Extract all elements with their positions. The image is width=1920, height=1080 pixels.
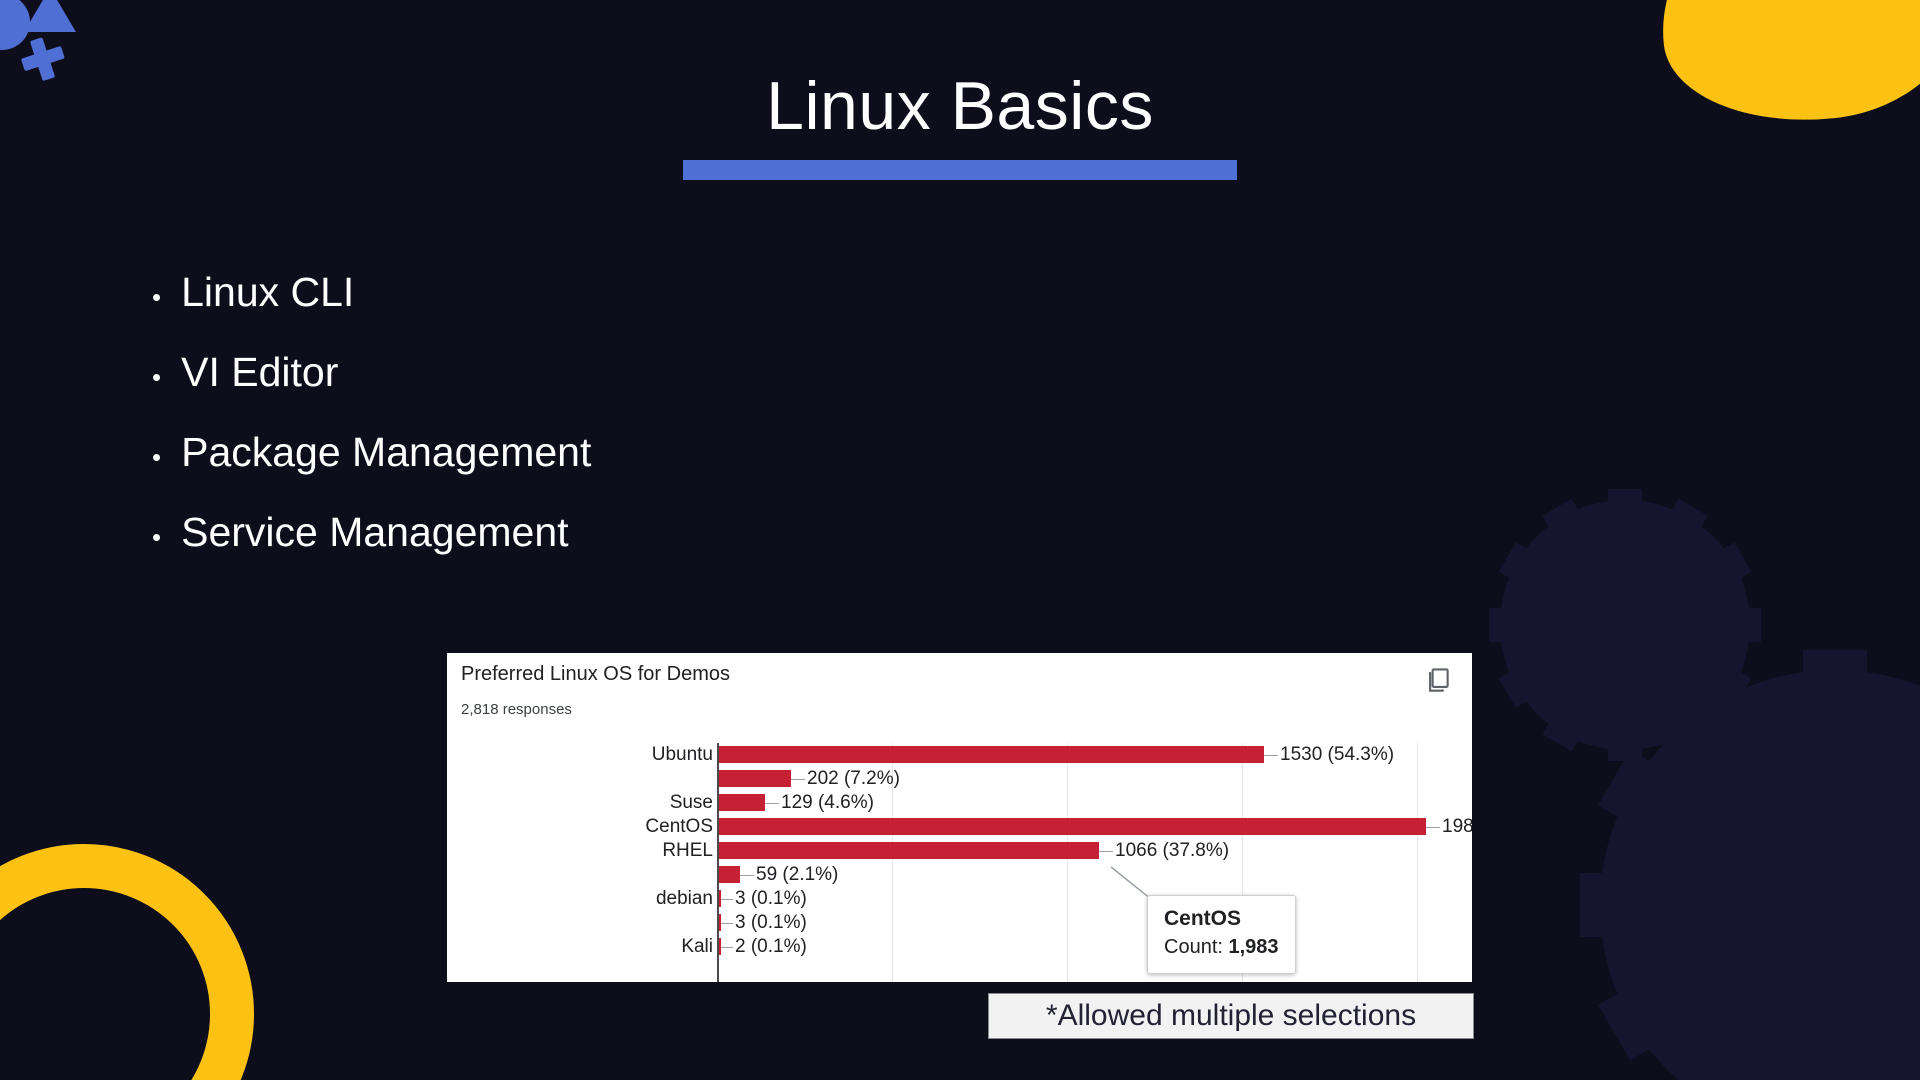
chart-bar-category: Kali bbox=[681, 935, 713, 957]
list-item: • Linux CLI bbox=[152, 272, 591, 313]
bullet-marker-icon: • bbox=[152, 442, 162, 472]
chart-bar-leader bbox=[1426, 826, 1440, 828]
list-item: • Service Management bbox=[152, 512, 591, 553]
footnote-text: *Allowed multiple selections bbox=[1045, 999, 1417, 1032]
decor-gear-tooth bbox=[1715, 542, 1752, 583]
chart-bar-leader bbox=[740, 874, 754, 876]
chart-bar bbox=[719, 842, 1099, 859]
chart-bar-row: Kali 2 (0.1%) bbox=[447, 935, 1472, 958]
tooltip-count: Count: 1,983 bbox=[1164, 934, 1279, 961]
chart-response-count: 2,818 responses bbox=[461, 701, 572, 718]
bullet-label: VI Editor bbox=[181, 349, 339, 395]
chart-bar-leader bbox=[765, 802, 779, 804]
decor-gear-small-icon bbox=[1489, 489, 1761, 761]
bullet-label: Linux CLI bbox=[181, 269, 355, 315]
decor-gear-tooth bbox=[1542, 498, 1583, 535]
chart-bar-value: 202 (7.2%) bbox=[807, 767, 900, 789]
chart-bar-row: CentOS 1983 (70. bbox=[447, 815, 1472, 838]
chart-bar-leader bbox=[721, 946, 733, 948]
decor-gear-tooth bbox=[1542, 715, 1583, 752]
chart-bar-value: 3 (0.1%) bbox=[735, 911, 807, 933]
chart-bar-category: Ubuntu bbox=[651, 743, 713, 765]
chart-bar bbox=[719, 866, 740, 883]
chart-bar-category: CentOS bbox=[645, 815, 713, 837]
chart-bar-category: debian bbox=[655, 887, 713, 909]
chart-bar-value: 59 (2.1%) bbox=[756, 863, 839, 885]
chart-bar-leader bbox=[1099, 850, 1113, 852]
chart-bar-category: Suse bbox=[669, 791, 713, 813]
decor-triangle-icon bbox=[24, 0, 76, 32]
decor-gear-tooth bbox=[1608, 489, 1642, 511]
tooltip-count-value: 1,983 bbox=[1228, 936, 1279, 959]
decor-gear-tooth bbox=[1914, 668, 1920, 735]
page-title: Linux Basics bbox=[766, 68, 1154, 144]
decor-gear-tooth bbox=[1667, 498, 1708, 535]
bullet-marker-icon: • bbox=[152, 522, 162, 552]
decor-gear-tooth bbox=[1498, 667, 1535, 708]
chart-bar-row: 59 (2.1%) bbox=[447, 863, 1472, 886]
decor-gear-tooth bbox=[1715, 667, 1752, 708]
footnote-box: *Allowed multiple selections bbox=[988, 993, 1474, 1039]
chart-bar bbox=[719, 770, 791, 787]
decor-gear-tooth bbox=[1803, 650, 1867, 690]
tooltip-count-label: Count: bbox=[1164, 936, 1229, 959]
chart-bar-row: 202 (7.2%) bbox=[447, 767, 1472, 790]
decor-gear-tooth bbox=[1580, 873, 1620, 937]
decor-gear-tooth bbox=[1679, 1075, 1756, 1080]
list-item: • Package Management bbox=[152, 432, 591, 473]
decor-gear-tooth bbox=[1498, 542, 1535, 583]
chart-bar-value: 2 (0.1%) bbox=[735, 935, 807, 957]
decor-gear-tooth bbox=[1598, 984, 1665, 1061]
chart-bar-row: 3 (0.1%) bbox=[447, 911, 1472, 934]
decor-gear-tooth bbox=[1914, 1075, 1920, 1080]
decor-gear-large-icon bbox=[1580, 650, 1920, 1080]
slide-canvas: Linux Basics • Linux CLI • VI Editor • P… bbox=[0, 0, 1920, 1080]
list-item: • VI Editor bbox=[152, 352, 591, 393]
chart-title: Preferred Linux OS for Demos bbox=[461, 663, 730, 685]
bullet-list: • Linux CLI • VI Editor • Package Manage… bbox=[152, 272, 591, 592]
decor-gear-tooth bbox=[1489, 608, 1511, 642]
chart-bar-leader bbox=[1264, 754, 1278, 756]
decor-circle-icon bbox=[0, 0, 30, 50]
decor-gear-tooth bbox=[1739, 608, 1761, 642]
chart-bar-row: debian 3 (0.1%) bbox=[447, 887, 1472, 910]
chart-bar-category: RHEL bbox=[662, 839, 713, 861]
chart-card: Preferred Linux OS for Demos 2,818 respo… bbox=[447, 653, 1472, 982]
title-block: Linux Basics bbox=[0, 72, 1920, 180]
decor-gear-tooth bbox=[1598, 749, 1665, 826]
chart-bar-row: RHEL 1066 (37.8%) bbox=[447, 839, 1472, 862]
chart-bar-value: 1983 (70. bbox=[1442, 815, 1472, 837]
decor-gear-tooth bbox=[1667, 715, 1708, 752]
decor-gear-tooth bbox=[1608, 739, 1642, 761]
bullet-label: Service Management bbox=[181, 509, 569, 555]
chart-bar-value: 1066 (37.8%) bbox=[1115, 839, 1230, 861]
chart-bar bbox=[719, 818, 1426, 835]
bullet-marker-icon: • bbox=[152, 362, 162, 392]
chart-bar-value: 1530 (54.3%) bbox=[1280, 743, 1395, 765]
chart-bar bbox=[719, 794, 765, 811]
chart-bar-value: 129 (4.6%) bbox=[781, 791, 874, 813]
tooltip-title: CentOS bbox=[1164, 907, 1242, 930]
chart-tooltip: CentOS Count: 1,983 bbox=[1147, 895, 1296, 975]
copy-icon[interactable] bbox=[1422, 665, 1452, 695]
chart-bar-leader bbox=[721, 898, 733, 900]
chart-bar bbox=[719, 746, 1264, 763]
title-underline bbox=[683, 160, 1237, 180]
chart-bar-value: 3 (0.1%) bbox=[735, 887, 807, 909]
chart-plot-area: Ubuntu 1530 (54.3%) 202 (7.2%) Suse 129 … bbox=[447, 743, 1472, 982]
chart-bar-row: Ubuntu 1530 (54.3%) bbox=[447, 743, 1472, 766]
decor-yellow-ring bbox=[0, 844, 254, 1080]
bullet-label: Package Management bbox=[181, 429, 592, 475]
chart-bar-row: Suse 129 (4.6%) bbox=[447, 791, 1472, 814]
chart-bar-leader bbox=[721, 922, 733, 924]
chart-bar-leader bbox=[791, 778, 805, 780]
decor-gear-tooth bbox=[1679, 668, 1756, 735]
bullet-marker-icon: • bbox=[152, 282, 162, 312]
